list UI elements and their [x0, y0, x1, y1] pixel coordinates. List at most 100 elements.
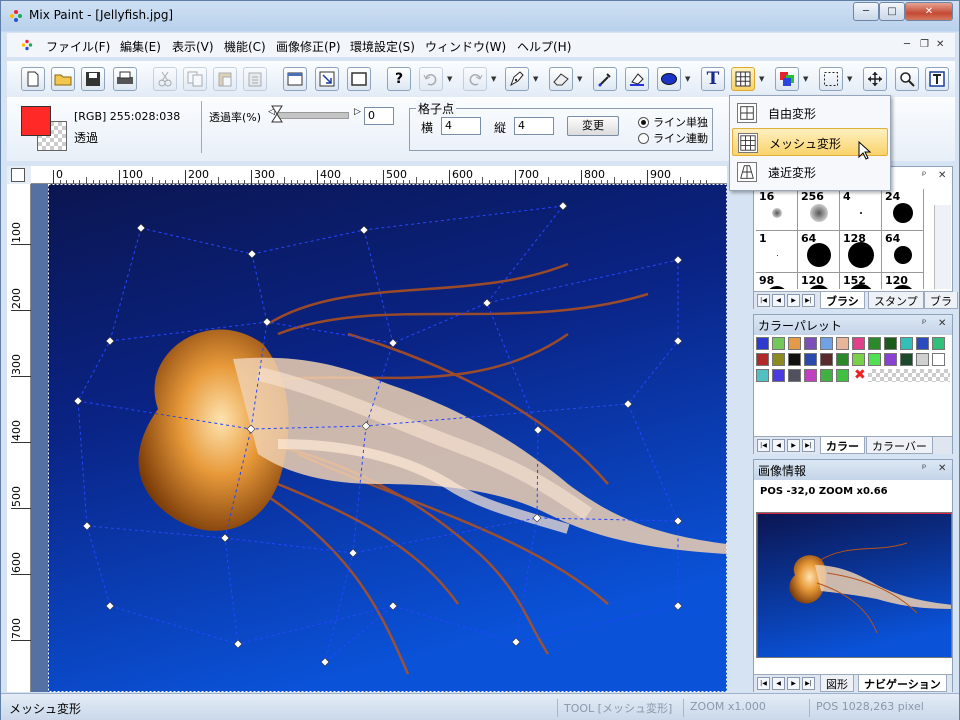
opacity-slider-thumb[interactable]	[271, 105, 283, 123]
mesh-transform-icon[interactable]	[731, 67, 755, 91]
frame-icon[interactable]	[347, 67, 371, 91]
vertical-input[interactable]: 4	[514, 117, 554, 135]
open-folder-icon[interactable]	[51, 67, 75, 91]
close-button[interactable]: ✕	[905, 2, 953, 21]
opacity-slider-track[interactable]	[277, 112, 349, 119]
palette-swatch[interactable]	[836, 337, 849, 350]
jellyfish-image[interactable]	[48, 184, 727, 692]
pin-icon[interactable]: ᵖ	[922, 318, 926, 329]
menu-edit[interactable]: 編集(E)	[115, 36, 166, 57]
copy-icon[interactable]	[183, 67, 207, 91]
eraser-dropdown-icon[interactable]: ▼	[577, 75, 582, 83]
dropper-icon[interactable]	[593, 67, 617, 91]
eraser-icon[interactable]	[549, 67, 573, 91]
palette-swatch[interactable]	[756, 353, 769, 366]
minimize-button[interactable]: ─	[853, 2, 879, 21]
palette-swatch[interactable]	[772, 353, 785, 366]
brush-cell[interactable]: 256	[798, 189, 840, 231]
palette-swatch[interactable]	[820, 369, 833, 382]
palette-swatch[interactable]	[932, 353, 945, 366]
palette-swatch[interactable]	[772, 337, 785, 350]
palette-swatch[interactable]	[756, 369, 769, 382]
ruler-origin-box[interactable]	[11, 168, 25, 182]
pen-dropdown-icon[interactable]: ▼	[533, 75, 538, 83]
brush-cell[interactable]: 152	[840, 273, 882, 289]
title-bar[interactable]: Mix Paint - [Jellyfish.jpg] ─ □ ✕	[1, 1, 959, 31]
text-box-icon[interactable]	[925, 67, 949, 91]
pin-icon[interactable]: ᵖ	[922, 463, 926, 474]
tab-prev-icon[interactable]: ◀	[772, 677, 785, 690]
palette-swatch[interactable]	[916, 337, 929, 350]
brush-cell[interactable]: 1	[756, 231, 798, 273]
tab-brush-2[interactable]: ブラ	[924, 292, 958, 309]
mdi-restore-button[interactable]: ❐	[920, 39, 929, 50]
brush-cell[interactable]: 64	[798, 231, 840, 273]
menu-file[interactable]: ファイル(F)	[41, 36, 115, 57]
selection-dropdown-icon[interactable]: ▼	[847, 75, 852, 83]
color-dropdown-icon[interactable]: ▼	[803, 75, 808, 83]
palette-swatch[interactable]	[836, 353, 849, 366]
tab-color-bar[interactable]: カラーバー	[866, 437, 933, 454]
color-icon[interactable]	[775, 67, 799, 91]
mdi-close-button[interactable]: ✕	[936, 39, 944, 50]
palette-swatch[interactable]	[868, 337, 881, 350]
tab-first-icon[interactable]: |◀	[757, 439, 770, 452]
empty-palette-slots[interactable]	[868, 369, 950, 382]
paste-new-icon[interactable]	[243, 67, 267, 91]
brush-cell[interactable]: 128	[840, 231, 882, 273]
brush-cell[interactable]: 120	[882, 273, 924, 289]
palette-swatch[interactable]	[852, 337, 865, 350]
radio-line-linked[interactable]	[638, 133, 649, 144]
move-icon[interactable]	[863, 67, 887, 91]
maximize-button[interactable]: □	[879, 2, 905, 21]
tab-first-icon[interactable]: |◀	[757, 294, 770, 307]
palette-swatch[interactable]	[836, 369, 849, 382]
palette-swatch[interactable]	[820, 337, 833, 350]
palette-swatch[interactable]	[772, 369, 785, 382]
paste-icon[interactable]	[213, 67, 237, 91]
panel-close-icon[interactable]: ✕	[938, 170, 946, 181]
menu-settings[interactable]: 環境設定(S)	[345, 36, 420, 57]
palette-swatch[interactable]	[852, 353, 865, 366]
palette-swatch[interactable]	[756, 337, 769, 350]
menu-function[interactable]: 機能(C)	[219, 36, 271, 57]
tab-last-icon[interactable]: ▶|	[802, 294, 815, 307]
menu-view[interactable]: 表示(V)	[167, 36, 219, 57]
transparent-color-icon[interactable]: ✖	[854, 367, 866, 383]
radio-line-single[interactable]	[638, 117, 649, 128]
dropdown-item-free-transform[interactable]: 自由変形	[732, 99, 888, 127]
help-icon[interactable]: ?	[387, 67, 411, 91]
palette-swatch[interactable]	[820, 353, 833, 366]
tab-navigation[interactable]: ナビゲーション	[858, 675, 947, 692]
menu-image-correction[interactable]: 画像修正(P)	[271, 36, 346, 57]
tab-last-icon[interactable]: ▶|	[802, 677, 815, 690]
tab-color[interactable]: カラー	[820, 437, 865, 454]
palette-swatch[interactable]	[788, 369, 801, 382]
palette-swatch[interactable]	[932, 337, 945, 350]
pen-tool-icon[interactable]	[505, 67, 529, 91]
palette-swatch[interactable]	[788, 353, 801, 366]
print-icon[interactable]	[113, 67, 137, 91]
brush-cell[interactable]: 16	[756, 189, 798, 231]
menu-window[interactable]: ウィンドウ(W)	[420, 36, 511, 57]
transform-dropdown-icon[interactable]: ▼	[759, 75, 764, 83]
resize-canvas-icon[interactable]	[283, 67, 307, 91]
undo-dropdown-icon[interactable]: ▼	[447, 75, 452, 83]
brush-cell[interactable]: 24	[882, 189, 924, 231]
menu-help[interactable]: ヘルプ(H)	[512, 36, 576, 57]
tab-next-icon[interactable]: ▶	[787, 294, 800, 307]
opacity-input[interactable]: 0	[364, 107, 394, 125]
new-file-icon[interactable]	[21, 67, 45, 91]
document-icon[interactable]	[21, 39, 33, 51]
navigation-preview[interactable]	[756, 512, 952, 658]
palette-swatch[interactable]	[788, 337, 801, 350]
change-button[interactable]: 変更	[567, 116, 619, 136]
tab-first-icon[interactable]: |◀	[757, 677, 770, 690]
horizontal-input[interactable]: 4	[441, 117, 481, 135]
tab-next-icon[interactable]: ▶	[787, 439, 800, 452]
text-icon[interactable]: T	[701, 67, 725, 91]
palette-swatch[interactable]	[884, 337, 897, 350]
brush-cell[interactable]: 4	[840, 189, 882, 231]
tab-stamp[interactable]: スタンプ	[868, 292, 924, 309]
redo-icon[interactable]	[463, 67, 487, 91]
